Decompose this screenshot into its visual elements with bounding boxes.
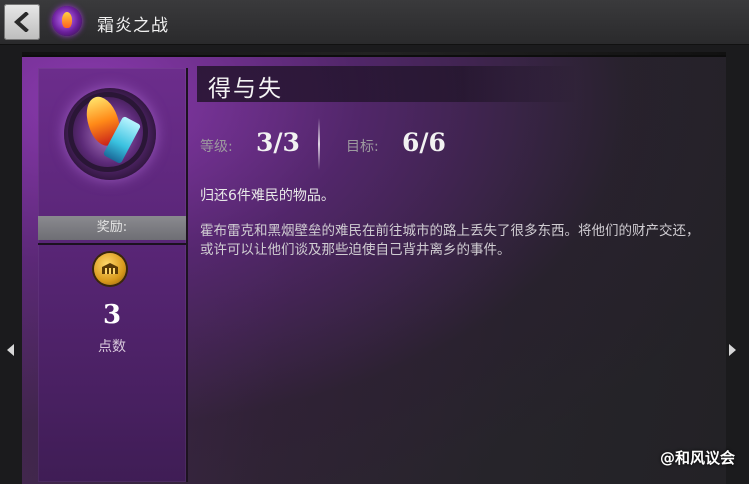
quest-title: 得与失	[208, 76, 283, 102]
chevron-left-icon	[7, 344, 14, 356]
mastery-point-icon	[94, 253, 126, 285]
level-label: 等级:	[200, 139, 233, 155]
chevron-right-icon	[729, 344, 736, 356]
prev-arrow-button[interactable]	[2, 340, 18, 360]
reward-label: 奖励:	[38, 216, 186, 240]
goal-value: 6/6	[402, 128, 446, 157]
reward-unit: 点数	[98, 339, 126, 355]
back-button[interactable]	[4, 4, 40, 40]
quest-emblem-icon	[64, 88, 156, 180]
reward-count: 3	[102, 300, 122, 330]
page-title: 霜炎之战	[97, 16, 169, 36]
back-arrow-icon	[13, 12, 29, 32]
top-bar: 霜炎之战	[0, 0, 749, 45]
column-divider	[186, 68, 188, 482]
quest-summary: 归还6件难民的物品。	[200, 188, 335, 204]
reward-divider	[38, 243, 186, 245]
frost-flame-icon	[52, 6, 82, 36]
next-arrow-button[interactable]	[725, 340, 741, 360]
level-value: 3/3	[256, 128, 300, 157]
watermark: @和风议会	[659, 449, 735, 467]
quest-description: 霍布雷克和黑烟壁垒的难民在前往城市的路上丢失了很多东西。将他们的财产交还，或许可…	[200, 223, 700, 258]
goal-label: 目标:	[346, 139, 379, 155]
stat-separator	[318, 118, 320, 170]
